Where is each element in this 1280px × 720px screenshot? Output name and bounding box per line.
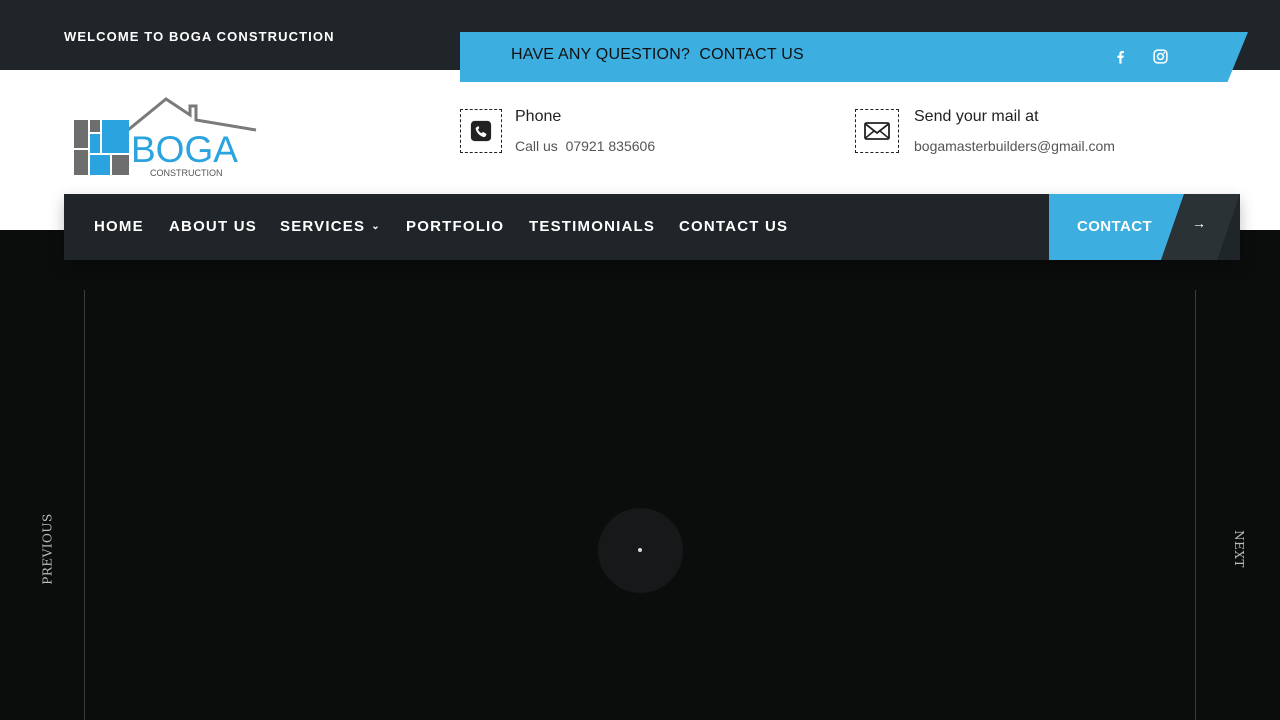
chevron-down-icon: ⌄ [371, 221, 381, 232]
slider-left-divider [84, 290, 85, 720]
logo-tagline: CONSTRUCTION [150, 168, 223, 178]
mail-title: Send your mail at [914, 108, 1039, 125]
main-nav: HOME ABOUT US SERVICES ⌄ PORTFOLIO TESTIM… [64, 194, 1240, 260]
previous-slide-link[interactable]: PREVIOUS [41, 513, 55, 584]
next-slide-link[interactable]: NEXT [1232, 530, 1246, 568]
contact-button-label: CONTACT [1077, 218, 1153, 235]
nav-portfolio[interactable]: PORTFOLIO [406, 218, 504, 235]
nav-services[interactable]: SERVICES ⌄ [280, 218, 381, 235]
welcome-text: WELCOME TO BOGA CONSTRUCTION [64, 29, 335, 44]
arrow-right-icon: → [1192, 215, 1206, 231]
nav-services-label: SERVICES [280, 218, 366, 235]
phone-number[interactable]: Call us 07921 835606 [515, 138, 655, 154]
question-banner: HAVE ANY QUESTION? CONTACT US [460, 32, 1248, 82]
slider-right-divider [1195, 290, 1196, 720]
logo-wordmark: BOGA [131, 129, 238, 170]
phone-title: Phone [515, 108, 562, 125]
nav-contact-us[interactable]: CONTACT US [679, 218, 788, 235]
instagram-icon[interactable] [1148, 44, 1172, 68]
question-text[interactable]: HAVE ANY QUESTION? CONTACT US [511, 46, 804, 64]
boga-logo[interactable]: BOGA CONSTRUCTION [70, 96, 260, 180]
nav-about-us[interactable]: ABOUT US [169, 218, 257, 235]
nav-home[interactable]: HOME [94, 218, 144, 235]
nav-testimonials[interactable]: TESTIMONIALS [529, 218, 655, 235]
loading-dot [638, 548, 642, 552]
facebook-icon[interactable] [1108, 44, 1132, 68]
loading-spinner [598, 508, 683, 593]
contact-button[interactable]: CONTACT → [1049, 194, 1240, 260]
mail-icon [855, 109, 899, 153]
phone-icon [460, 109, 502, 153]
mail-address[interactable]: bogamasterbuilders@gmail.com [914, 138, 1115, 154]
